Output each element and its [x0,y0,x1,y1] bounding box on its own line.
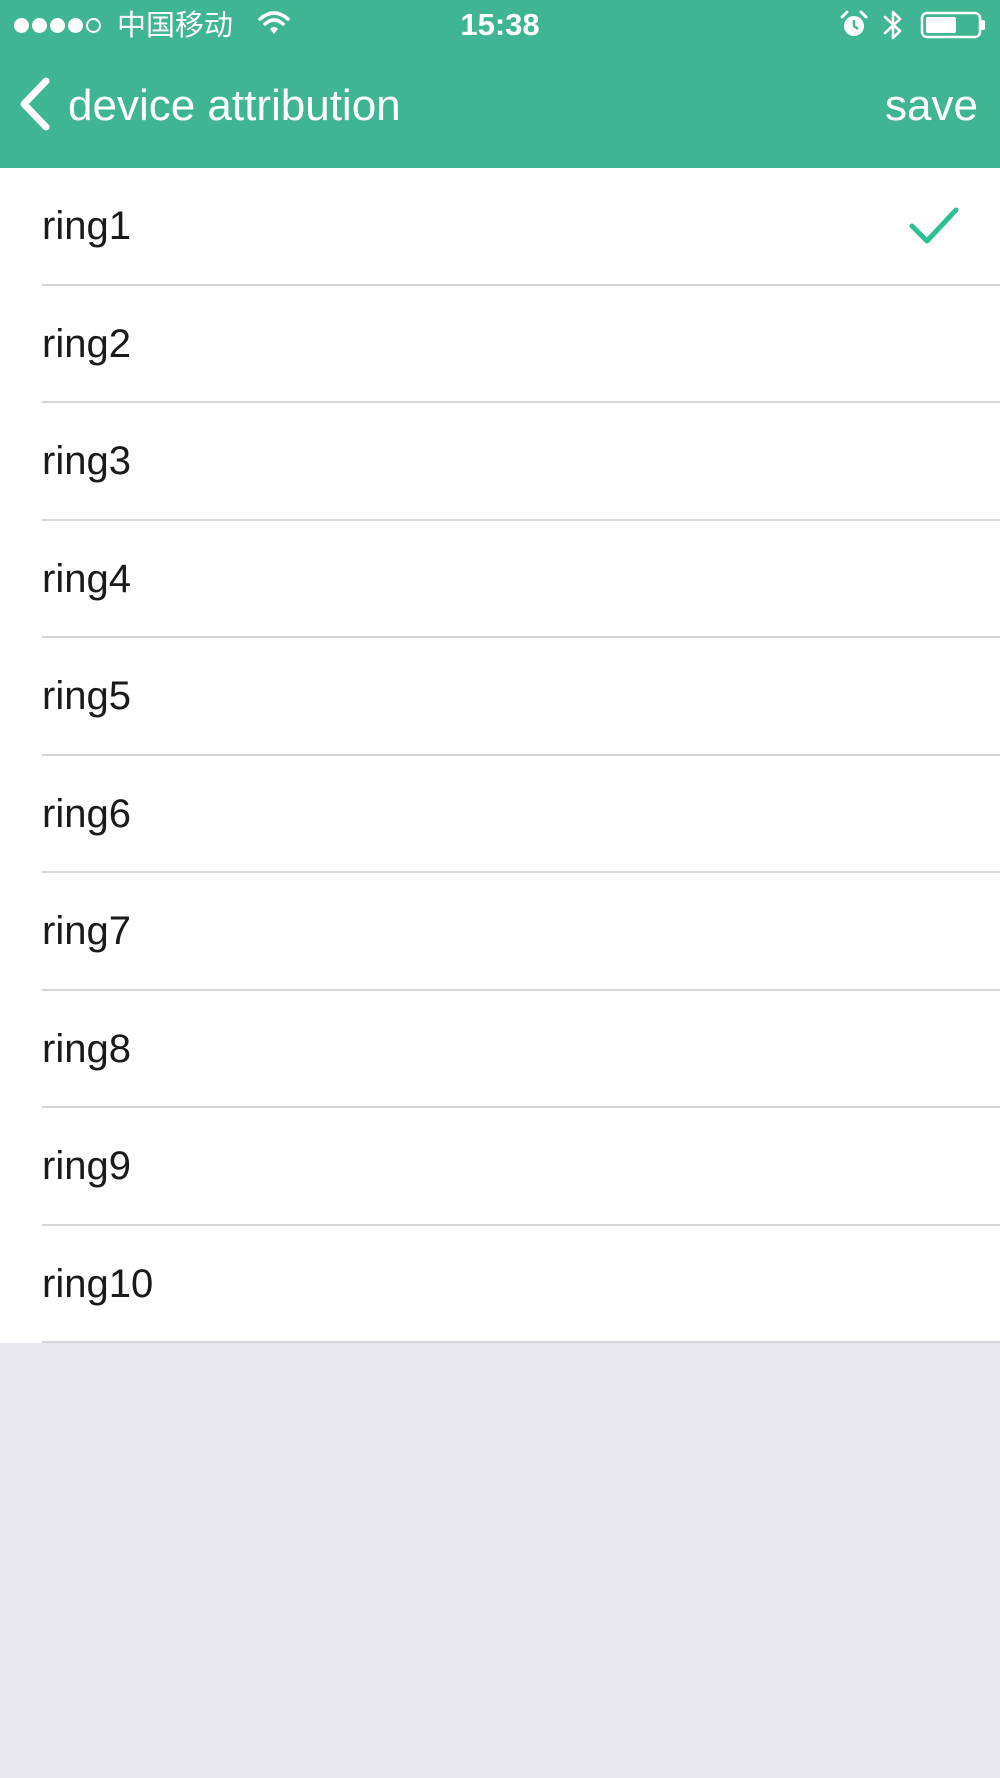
list-item[interactable]: ring5 [0,638,1000,756]
list-item-label: ring2 [42,321,131,366]
checkmark-icon [908,204,960,253]
list-item-label: ring1 [42,204,131,249]
back-button[interactable]: device attribution [18,76,401,136]
status-bar: 中国移动 15:38 [0,0,1000,50]
list-item[interactable]: ring6 [0,756,1000,873]
battery-icon [920,10,988,45]
app-header: 中国移动 15:38 device attribution save [0,0,1000,168]
bluetooth-icon [882,8,904,47]
list-item[interactable]: ring3 [0,403,1000,521]
list-item[interactable]: ring10 [0,1226,1000,1343]
list-item-label: ring3 [42,439,131,484]
page-title: device attribution [68,81,401,130]
navigation-bar: device attribution save [0,50,1000,168]
list-item[interactable]: ring8 [0,991,1000,1108]
list-item-label: ring4 [42,556,131,601]
chevron-left-icon [18,77,52,136]
list-item-label: ring10 [42,1261,154,1306]
list-item-label: ring6 [42,791,131,836]
divider [42,1341,1000,1343]
list-item-label: ring9 [42,1144,131,1189]
list-item[interactable]: ring9 [0,1108,1000,1226]
alarm-icon [840,10,868,45]
list-item[interactable]: ring4 [0,521,1000,638]
list-item-label: ring8 [42,1026,131,1071]
list-item[interactable]: ring7 [0,873,1000,991]
list-item[interactable]: ring1 [0,168,1000,286]
list-item-label: ring7 [42,909,131,954]
device-list: ring1 ring2 ring3 ring4 ring5 ring6 ring… [0,168,1000,1343]
list-item-label: ring5 [42,674,131,719]
list-item[interactable]: ring2 [0,286,1000,403]
save-button[interactable]: save [885,76,978,136]
